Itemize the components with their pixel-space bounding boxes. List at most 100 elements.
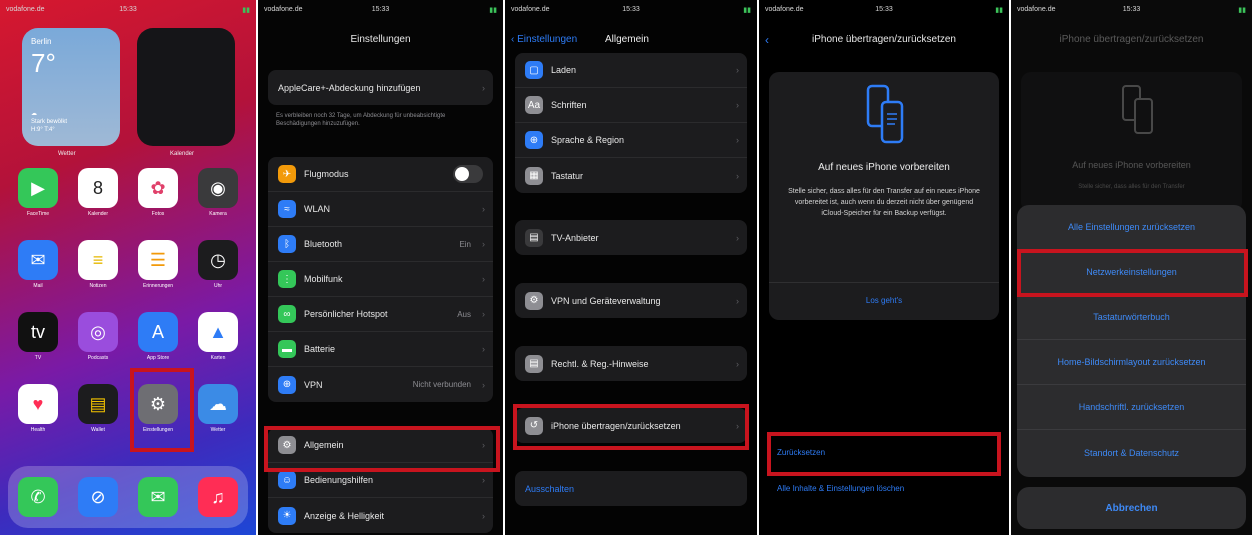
- battery-icon: ▮▮: [1238, 7, 1246, 14]
- batterie-icon: ▬: [278, 340, 296, 358]
- podcasts-app-label: Podcasts: [87, 355, 109, 361]
- airplane-mode-toggle[interactable]: [453, 165, 483, 183]
- cancel-button[interactable]: Abbrechen: [1017, 487, 1246, 529]
- connectivity-group: ✈ Flugmodus ≈ WLAN › ᛒ Bluetooth Ein › ⋮ Mobilfunk…: [268, 157, 493, 402]
- persönlicher-hotspot-icon: ∞: [278, 305, 296, 323]
- status-bar: vodafone.de 15:33 ▮▮: [765, 6, 1003, 18]
- applecare-label: AppleCare+-Abdeckung hinzufügen: [278, 82, 421, 93]
- wallet-icon: ▤: [89, 393, 107, 414]
- health-app-label: Health: [30, 427, 46, 433]
- general-row-schriften[interactable]: Aa Schriften ›: [515, 88, 747, 123]
- reset-option-home-bildschirmlayout-zurücksetzen[interactable]: Home-Bildschirmlayout zurücksetzen: [1017, 340, 1246, 385]
- settings-app-highlight: [130, 368, 194, 452]
- settings-row-value: Aus: [457, 309, 471, 319]
- chevron-right-icon: ›: [736, 232, 739, 243]
- reset-option-standort-datenschutz[interactable]: Standort & Datenschutz: [1017, 430, 1246, 475]
- erase-all-button[interactable]: Alle Inhalte & Einstellungen löschen: [777, 484, 904, 493]
- tv-icon: tv: [30, 321, 45, 342]
- app-store-icon: A: [151, 321, 164, 342]
- safari-dock-icon[interactable]: ⊘: [78, 477, 118, 517]
- reset-sheet-panel: vodafone.de 15:33 ▮▮ iPhone übertragen/z…: [1011, 0, 1252, 535]
- settings-row-anzeige-helligkeit[interactable]: ☀ Anzeige & Helligkeit ›: [268, 498, 493, 533]
- shutdown-card[interactable]: Ausschalten: [515, 471, 747, 506]
- gear-icon: ⚙: [525, 291, 543, 310]
- shutdown-label: Ausschalten: [525, 483, 575, 494]
- general-panel: vodafone.de 15:33 ▮▮ ‹ Einstellungen All…: [505, 0, 757, 535]
- wetter-app-icon[interactable]: ☁: [198, 384, 238, 424]
- wallet-app-label: Wallet: [91, 427, 105, 433]
- general-row-hintergrundaktualisierung[interactable]: ▢ Laden ›: [515, 53, 747, 88]
- status-bar: vodafone.de 15:33 ▮▮: [511, 6, 751, 18]
- battery-icon: ▮▮: [743, 7, 751, 14]
- settings-row-label: Flugmodus: [304, 169, 349, 179]
- settings-row-vpn[interactable]: ⊕ VPN Nicht verbunden ›: [268, 367, 493, 402]
- chevron-right-icon: ›: [736, 135, 739, 145]
- wallet-app-icon[interactable]: ▤: [78, 384, 118, 424]
- settings-row-bluetooth[interactable]: ᛒ Bluetooth Ein ›: [268, 227, 493, 262]
- weather-widget-label: Wetter: [58, 151, 76, 157]
- kamera-icon: ◉: [210, 177, 226, 198]
- musik-dock-icon[interactable]: ♫: [198, 477, 238, 517]
- telefon-dock-icon[interactable]: ✆: [18, 477, 58, 517]
- karten-app-icon[interactable]: ▲: [198, 312, 238, 352]
- network-settings-highlight: [1017, 249, 1248, 297]
- settings-panel: vodafone.de 15:33 ▮▮ Einstellungen Apple…: [258, 0, 503, 535]
- settings-row-persönlicher-hotspot[interactable]: ∞ Persönlicher Hotspot Aus ›: [268, 297, 493, 332]
- status-bar: vodafone.de 15:33 ▮▮: [6, 6, 250, 18]
- calendar-widget[interactable]: [137, 28, 235, 146]
- applecare-row[interactable]: AppleCare+-Abdeckung hinzufügen ›: [268, 70, 493, 105]
- general-row-tastatur[interactable]: ▦ Tastatur ›: [515, 158, 747, 193]
- podcasts-app-icon[interactable]: ◎: [78, 312, 118, 352]
- reset-option-alle-einstellungen-zurücksetzen[interactable]: Alle Einstellungen zurücksetzen: [1017, 205, 1246, 250]
- settings-row-batterie[interactable]: ▬ Batterie ›: [268, 332, 493, 367]
- back-button[interactable]: ‹ Einstellungen: [511, 34, 577, 45]
- settings-row-mobilfunk[interactable]: ⋮ Mobilfunk ›: [268, 262, 493, 297]
- notizen-app-icon[interactable]: ≡: [78, 240, 118, 280]
- legal-row[interactable]: ▤ Rechtl. & Reg.-Hinweise ›: [515, 346, 747, 381]
- get-started-link[interactable]: Los geht's: [769, 296, 999, 305]
- settings-row-label: Mobilfunk: [304, 274, 343, 284]
- health-app-icon[interactable]: ♥: [18, 384, 58, 424]
- vpn-device-card[interactable]: ⚙ VPN und Geräteverwaltung ›: [515, 283, 747, 318]
- weather-city: Berlin: [31, 37, 52, 46]
- general-row-label: Sprache & Region: [551, 135, 625, 145]
- app-store-app-icon[interactable]: A: [138, 312, 178, 352]
- nachrichten-dock-icon[interactable]: ✉: [138, 477, 178, 517]
- settings-row-flugmodus[interactable]: ✈ Flugmodus: [268, 157, 493, 192]
- vpn-device-row[interactable]: ⚙ VPN und Geräteverwaltung ›: [515, 283, 747, 318]
- general-row-sprache-region[interactable]: ⊕ Sprache & Region ›: [515, 123, 747, 158]
- erinnerungen-app-icon[interactable]: ☰: [138, 240, 178, 280]
- podcasts-icon: ◎: [90, 321, 106, 342]
- erinnerungen-icon: ☰: [149, 249, 167, 270]
- fotos-app-icon[interactable]: ✿: [138, 168, 178, 208]
- battery-icon: ▮▮: [242, 7, 250, 14]
- facetime-app-icon[interactable]: ▶: [18, 168, 58, 208]
- tv-provider-card[interactable]: ▤ TV-Anbieter ›: [515, 220, 747, 255]
- tv-provider-row[interactable]: ▤ TV-Anbieter ›: [515, 220, 747, 255]
- page-title: Einstellungen: [350, 34, 411, 45]
- cloud-icon: ☁: [31, 111, 37, 117]
- settings-row-label: Bluetooth: [304, 239, 343, 249]
- kamera-app-icon[interactable]: ◉: [198, 168, 238, 208]
- weather-widget[interactable]: Berlin 7° ☁ Stark bewölkt H:9° T:4°: [22, 28, 120, 146]
- shutdown-row[interactable]: Ausschalten: [515, 471, 747, 506]
- reset-option-handschriftl-zurücksetzen[interactable]: Handschriftl. zurücksetzen: [1017, 385, 1246, 430]
- uhr-app-icon[interactable]: ◷: [198, 240, 238, 280]
- carrier-label: vodafone.de: [765, 6, 804, 13]
- applecare-card[interactable]: AppleCare+-Abdeckung hinzufügen ›: [268, 70, 493, 105]
- settings-row-value: Ein: [459, 239, 471, 249]
- mail-app-label: Mail: [33, 283, 43, 289]
- tv-app-label: TV: [34, 355, 42, 361]
- weather-condition: ☁ Stark bewölkt H:9° T:4°: [31, 110, 67, 134]
- settings-row-wlan[interactable]: ≈ WLAN ›: [268, 192, 493, 227]
- settings-row-label: Persönlicher Hotspot: [304, 309, 388, 319]
- tv-provider-icon: ▤: [525, 228, 543, 247]
- tv-app-icon[interactable]: tv: [18, 312, 58, 352]
- fotos-app-label: Fotos: [151, 211, 165, 217]
- legal-card[interactable]: ▤ Rechtl. & Reg.-Hinweise ›: [515, 346, 747, 381]
- reset-option-tastaturwörterbuch[interactable]: Tastaturwörterbuch: [1017, 295, 1246, 340]
- tastatur-icon: ▦: [525, 166, 543, 185]
- mail-app-icon[interactable]: ✉: [18, 240, 58, 280]
- kalender-app-icon[interactable]: 8: [78, 168, 118, 208]
- settings-row-label: WLAN: [304, 204, 331, 214]
